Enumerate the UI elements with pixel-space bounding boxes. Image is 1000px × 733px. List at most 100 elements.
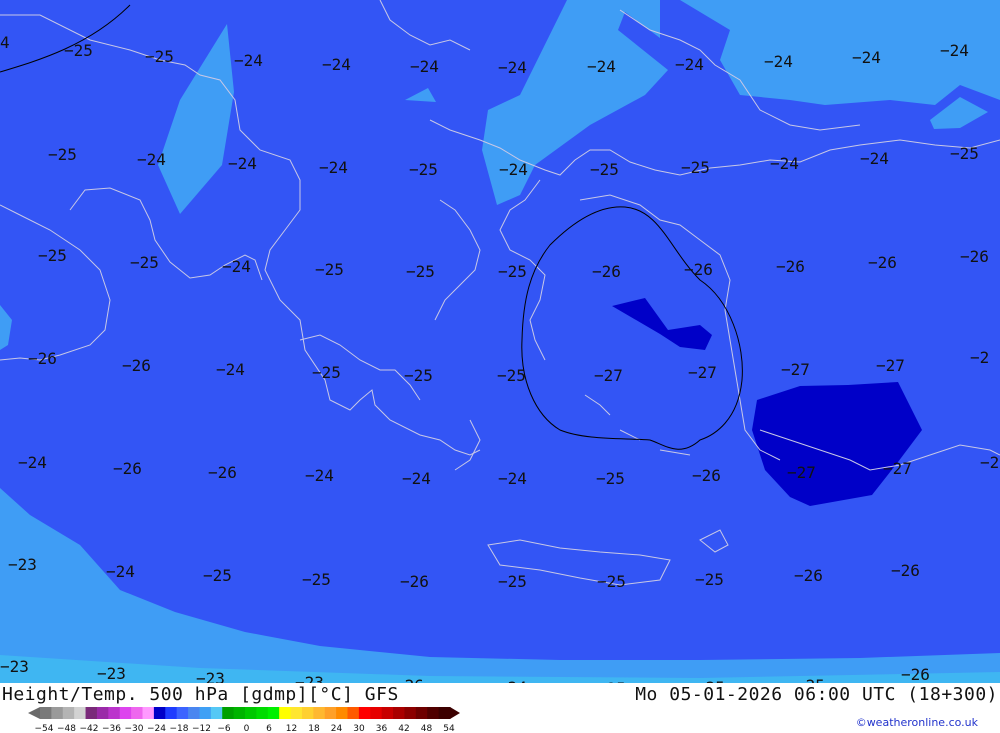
contour-label: −24 — [940, 41, 969, 60]
contour-label: −26 — [395, 676, 424, 683]
scale-tick-label: 30 — [353, 724, 365, 733]
scale-swatch — [313, 707, 326, 719]
contour-label: −24 — [499, 160, 528, 179]
scale-tick-label: −48 — [57, 724, 76, 733]
contour-label: −24 — [305, 466, 334, 485]
scale-swatch — [85, 707, 98, 719]
scale-swatch — [358, 707, 371, 719]
contour-label: −25 — [409, 160, 438, 179]
contour-label: −26 — [692, 466, 721, 485]
scale-swatch — [142, 707, 155, 719]
map-title: Height/Temp. 500 hPa [gdmp][°C] GFS — [2, 684, 399, 705]
scale-swatch — [427, 707, 440, 719]
scale-swatch — [324, 707, 337, 719]
scale-swatch — [222, 707, 235, 719]
contour-label: −23 — [196, 669, 225, 683]
contour-label: −24 — [216, 360, 245, 379]
contour-label: −27 — [787, 463, 816, 482]
scale-swatch — [176, 707, 189, 719]
scale-swatch — [62, 707, 75, 719]
contour-label: −24 — [228, 154, 257, 173]
scale-swatch — [415, 707, 428, 719]
contour-label: −25 — [130, 253, 159, 272]
contour-label: −24 — [402, 469, 431, 488]
contour-label: −24 — [852, 48, 881, 67]
scale-tick-label: −36 — [102, 724, 121, 733]
contour-label: −26 — [122, 356, 151, 375]
contour-label: −24 — [137, 150, 166, 169]
contour-label: −26 — [592, 262, 621, 281]
scale-tick-label: −6 — [217, 724, 231, 733]
scale-swatch — [40, 707, 52, 719]
scale-swatch — [347, 707, 360, 719]
credit-link[interactable]: ©weatheronline.co.uk — [856, 716, 978, 729]
contour-label: −23 — [295, 673, 324, 683]
contour-label: −25 — [796, 676, 825, 683]
scale-swatch — [210, 707, 223, 719]
scale-swatch — [74, 707, 87, 719]
contour-label: −26 — [28, 349, 57, 368]
contour-label: −24 — [498, 469, 527, 488]
scale-swatch — [233, 707, 246, 719]
contour-label: −24 — [587, 57, 616, 76]
contour-label: −26 — [684, 260, 713, 279]
scale-tick-label: −18 — [170, 724, 189, 733]
scale-tick-label: −30 — [125, 724, 144, 733]
contour-label: −25 — [145, 47, 174, 66]
contour-label: −25 — [596, 469, 625, 488]
scale-swatch — [245, 707, 257, 719]
contour-label: −24 — [322, 55, 351, 74]
color-scale-ticks: −54 −48 −42 −36 −30 −24 −18 −12 −6 0 6 12 18 24 30 36 42… — [35, 724, 455, 733]
scale-right-arrow — [450, 707, 460, 719]
contour-label: −25 — [406, 262, 435, 281]
scale-tick-label: −54 — [35, 724, 54, 733]
contour-label: −24 — [319, 158, 348, 177]
contour-label: −25 — [64, 41, 93, 60]
color-scale-swatches — [28, 707, 460, 719]
scale-tick-label: −12 — [192, 724, 211, 733]
scale-tick-label: 54 — [443, 724, 455, 733]
contour-label: −24 — [764, 52, 793, 71]
contour-label: −24 — [770, 154, 799, 173]
contour-label: −24 — [860, 149, 889, 168]
scale-swatch — [96, 707, 109, 719]
contour-label: −24 — [498, 58, 527, 77]
contour-label: −25 — [497, 366, 526, 385]
scale-swatch — [119, 707, 132, 719]
contour-label: −23 — [8, 555, 37, 574]
contour-label: −25 — [681, 158, 710, 177]
scale-tick-label: 42 — [398, 724, 409, 733]
scale-swatch — [301, 707, 314, 719]
contour-label: −24 — [410, 57, 439, 76]
scale-tick-label: 24 — [331, 724, 343, 733]
contour-label: −24 — [106, 562, 135, 581]
scale-tick-label: 18 — [308, 724, 320, 733]
scale-swatch — [438, 707, 451, 719]
contour-label: −25 — [695, 570, 724, 589]
contour-label: −25 — [302, 570, 331, 589]
contour-label: −27 — [781, 360, 810, 379]
contour-label: −23 — [0, 657, 29, 676]
scale-tick-label: −24 — [147, 724, 166, 733]
contour-label: −2 — [980, 453, 999, 472]
contour-label: −25 — [590, 160, 619, 179]
contour-label: −25 — [312, 363, 341, 382]
scale-swatch — [199, 707, 212, 719]
scale-swatch — [381, 707, 394, 719]
scale-swatch — [188, 707, 200, 719]
contour-label: −27 — [688, 363, 717, 382]
scale-swatch — [404, 707, 417, 719]
scale-tick-label: 12 — [286, 724, 297, 733]
contour-label: −2 — [970, 348, 989, 367]
contour-label: −26 — [960, 247, 989, 266]
scale-swatch — [393, 707, 405, 719]
contour-label: −26 — [776, 257, 805, 276]
contour-label: −25 — [498, 572, 527, 591]
contour-label: −27 — [876, 356, 905, 375]
contour-label: −27 — [883, 459, 912, 478]
contour-label: −24 — [222, 257, 251, 276]
contour-label: −25 — [498, 262, 527, 281]
scale-swatch — [165, 707, 178, 719]
contour-label: −25 — [597, 572, 626, 591]
scale-swatch — [256, 707, 269, 719]
